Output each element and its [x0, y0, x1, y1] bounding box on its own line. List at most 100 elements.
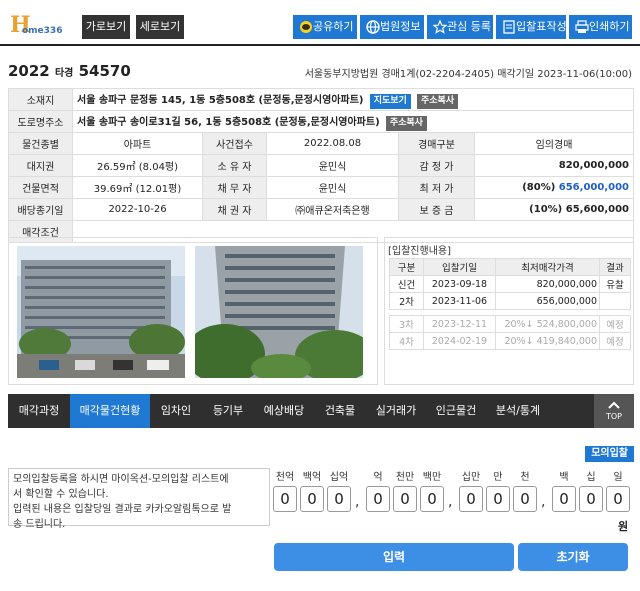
round-cell: 3차	[389, 315, 424, 333]
minimum-price-cell: (80%) 656,000,000	[474, 176, 634, 199]
property-photo-1[interactable]	[17, 246, 185, 378]
tab-real-transactions[interactable]: 실거래가	[366, 394, 426, 428]
table-row: 신건 2023-09-18 820,000,000 유찰	[389, 275, 631, 293]
digit-separator: ,	[541, 494, 546, 510]
minimum-price-percent: (80%)	[522, 182, 556, 193]
property-type-label: 물건종별	[8, 132, 73, 155]
court-info-label: 법원정보	[380, 20, 421, 33]
road-address-label: 도로명주소	[8, 110, 73, 133]
digit-box[interactable]: 0	[393, 486, 417, 512]
reduction-rate: 20%↓	[504, 335, 534, 347]
address-label: 소재지	[8, 88, 73, 111]
tab-building[interactable]: 건축물	[314, 394, 366, 428]
digit-box[interactable]: 0	[420, 486, 444, 512]
case-header: 2022 타경 54570 서울동부지방법원 경매1계(02-2204-2405…	[0, 54, 640, 84]
digit-box[interactable]: 0	[366, 486, 390, 512]
road-address-text: 서울 송파구 송이로31길 56, 1동 5층508호 (문정동,문정시영아파트…	[77, 116, 380, 128]
building-area-value: 39.69㎡ (12.01평)	[72, 176, 203, 199]
copy-road-address-button[interactable]: 주소복사	[385, 115, 427, 131]
result-cell: 예정	[599, 315, 631, 333]
bid-history-panel: [입찰진행내용] 구분 입찰기일 최저매각가격 결과 신건 2023-09-18…	[384, 237, 634, 385]
star-icon	[433, 20, 447, 34]
unit-label: 만	[493, 472, 503, 483]
round-cell: 신건	[389, 275, 424, 293]
case-receipt-value: 2022.08.08	[266, 132, 399, 155]
building-area-label: 건물면적	[8, 176, 73, 199]
table-row: 3차 2023-12-11 20%↓ 524,800,000 예정	[389, 315, 631, 333]
scroll-top-button[interactable]: TOP	[594, 394, 634, 428]
auction-type-value: 임의경매	[474, 132, 634, 155]
road-address-cell: 서울 송파구 송이로31길 56, 1동 5층508호 (문정동,문정시영아파트…	[72, 110, 634, 133]
unit-label: 백억	[302, 472, 322, 483]
digit-box[interactable]: 0	[486, 486, 510, 512]
table-row: 2차 2023-11-06 656,000,000	[389, 292, 631, 310]
desc-line: 입력된 내용은 입찰당일 결과로 카카오알림톡으로 발	[13, 504, 232, 515]
digit-box[interactable]: 0	[579, 486, 603, 512]
unit-label: 천억	[275, 472, 295, 483]
copy-address-button[interactable]: 주소복사	[417, 93, 459, 109]
owner-label: 소 유 자	[202, 154, 267, 177]
bid-form-button[interactable]: 입찰표작성	[496, 15, 567, 39]
tab-tenants[interactable]: 임차인	[150, 394, 202, 428]
court-info-button[interactable]: 법원정보	[360, 15, 424, 39]
digit-box[interactable]: 0	[459, 486, 483, 512]
reset-button[interactable]: 초기화	[518, 543, 628, 571]
price-cell: 820,000,000	[495, 275, 600, 293]
digit-box[interactable]: 0	[273, 486, 297, 512]
deposit-value: (10%) 65,600,000	[474, 198, 634, 221]
desc-line: 서 확인할 수 있습니다.	[13, 489, 109, 500]
print-label: 인쇄하기	[589, 20, 630, 33]
unit-label: 천만	[395, 472, 415, 483]
result-cell	[599, 292, 631, 310]
bid-history-table: 구분 입찰기일 최저매각가격 결과 신건 2023-09-18 820,000,…	[389, 258, 631, 350]
share-label: 공유하기	[313, 20, 354, 33]
scroll-top-label: TOP	[605, 412, 622, 421]
print-icon	[575, 20, 589, 33]
minimum-price-label: 최 저 가	[398, 176, 475, 199]
property-info-table: 소재지 서울 송파구 문정동 145, 1동 5층508호 (문정동,문정시영아…	[8, 88, 634, 243]
mock-bid-description: 모의입찰등록을 하시면 마이옥션-모의입찰 리스트에 서 확인할 수 있습니다.…	[8, 468, 270, 530]
result-cell: 예정	[599, 332, 631, 350]
detail-tabs: 매각과정 매각물건현황 임차인 등기부 예상배당 건축물 실거래가 인근물건 분…	[8, 394, 634, 428]
bid-form-label: 입찰표작성	[516, 20, 567, 33]
debtor-label: 채 무 자	[202, 176, 267, 199]
digit-box[interactable]: 0	[327, 486, 351, 512]
deposit-label: 보 증 금	[398, 198, 475, 221]
dividend-deadline-label: 배당종기일	[8, 198, 73, 221]
submit-bid-button[interactable]: 입력	[274, 543, 514, 571]
print-button[interactable]: 인쇄하기	[569, 15, 632, 39]
tab-expected-dividend[interactable]: 예상배당	[254, 394, 314, 428]
share-button[interactable]: 공유하기	[293, 15, 357, 39]
digit-box[interactable]: 0	[552, 486, 576, 512]
round-cell: 4차	[389, 332, 424, 350]
unit-label: 십만	[461, 472, 481, 483]
debtor-value: 윤민식	[266, 176, 399, 199]
tab-registry[interactable]: 등기부	[202, 394, 254, 428]
top-bar: H ome336 가로보기 세로보기 공유하기 법원정보 관심 등록 입찰표작성…	[0, 0, 640, 46]
case-serial: 54570	[78, 62, 131, 80]
unit-label: 일	[613, 472, 623, 483]
digit-box[interactable]: 0	[300, 486, 324, 512]
map-view-button[interactable]: 지도보기	[369, 93, 411, 109]
price-cell: 656,000,000	[495, 292, 600, 310]
unit-label: 십	[586, 472, 596, 483]
appraisal-value: 820,000,000	[474, 154, 634, 177]
tab-property-status[interactable]: 매각물건현황	[70, 394, 150, 428]
tab-analysis-stats[interactable]: 분석/통계	[486, 394, 550, 428]
site-logo[interactable]: H ome336	[8, 12, 64, 38]
horizontal-view-button[interactable]: 가로보기	[82, 15, 130, 39]
tab-sale-process[interactable]: 매각과정	[8, 394, 70, 428]
tab-nearby-properties[interactable]: 인근물건	[426, 394, 486, 428]
bid-history-header: 구분 입찰기일 최저매각가격 결과	[389, 258, 631, 276]
price-cell: 20%↓ 419,840,000	[495, 332, 600, 350]
date-cell: 2023-11-06	[423, 292, 496, 310]
property-photo-2[interactable]	[195, 246, 363, 378]
watch-register-label: 관심 등록	[447, 20, 491, 33]
digit-box[interactable]: 0	[513, 486, 537, 512]
form-icon	[503, 20, 515, 34]
photo-panel	[8, 237, 378, 385]
digit-box[interactable]: 0	[606, 486, 630, 512]
unit-label: 십억	[329, 472, 349, 483]
vertical-view-button[interactable]: 세로보기	[136, 15, 184, 39]
watch-register-button[interactable]: 관심 등록	[427, 15, 493, 39]
